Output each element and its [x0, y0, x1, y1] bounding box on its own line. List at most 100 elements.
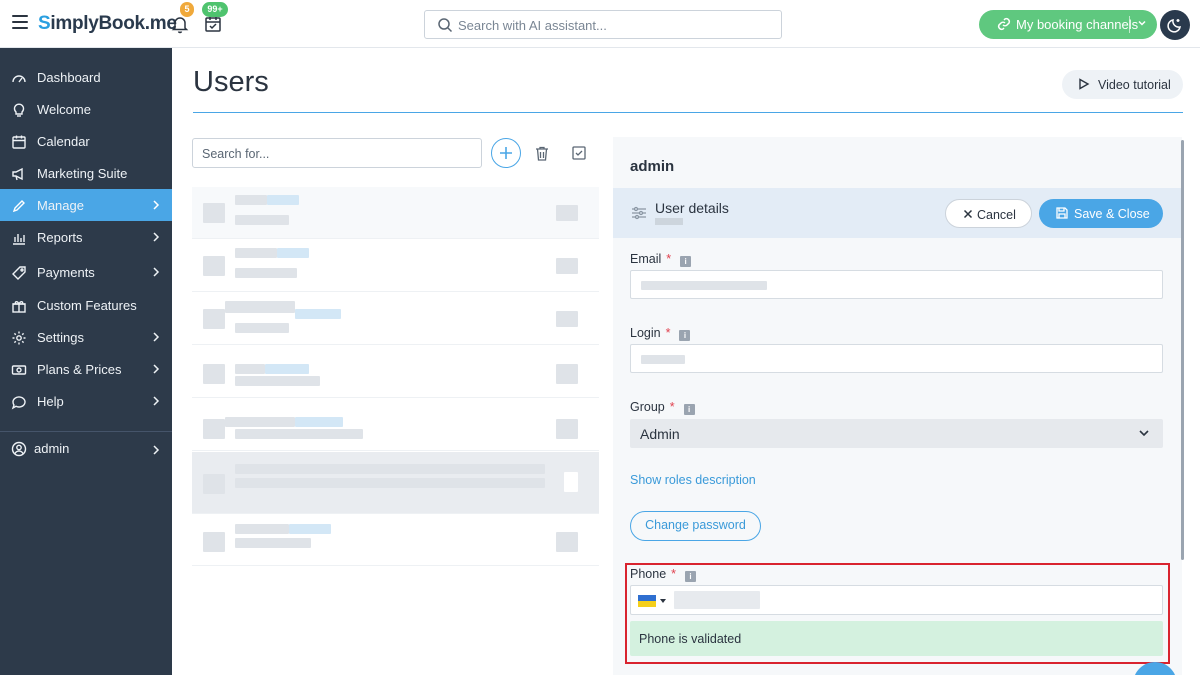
- money-icon: [11, 365, 27, 375]
- group-select[interactable]: Admin: [630, 419, 1163, 448]
- ai-search-input[interactable]: Search with AI assistant...: [424, 10, 782, 39]
- sidebar-item-dashboard[interactable]: Dashboard: [0, 61, 172, 93]
- group-label: Group * i: [630, 400, 695, 415]
- user-name-redacted: [235, 364, 265, 374]
- user-name-redacted: [235, 195, 267, 205]
- change-password-button[interactable]: Change password: [630, 511, 761, 541]
- sidebar-item-label: Help: [37, 394, 64, 409]
- panel-scrollbar[interactable]: [1181, 140, 1184, 560]
- save-close-label: Save & Close: [1074, 207, 1150, 221]
- title-divider: [193, 112, 1183, 113]
- button-separator: [1129, 16, 1130, 33]
- bell-icon[interactable]: [170, 14, 190, 34]
- sidebar-item-marketing-suite[interactable]: Marketing Suite: [0, 157, 172, 189]
- show-roles-link[interactable]: Show roles description: [630, 473, 756, 487]
- plus-icon: [500, 147, 512, 159]
- chevron-down-icon[interactable]: [1137, 18, 1147, 28]
- user-info-redacted: [235, 376, 320, 386]
- menu-icon[interactable]: [12, 15, 28, 29]
- user-name-redacted: [235, 464, 545, 474]
- table-row[interactable]: [192, 399, 599, 451]
- gear-icon: [12, 331, 26, 345]
- booking-channels-label: My booking channels: [1016, 17, 1139, 32]
- account-label: admin: [34, 441, 70, 456]
- video-tutorial-button[interactable]: Video tutorial: [1062, 70, 1183, 99]
- required-mark: *: [669, 400, 675, 414]
- pencil-icon: [12, 200, 25, 213]
- login-value-redacted: [641, 355, 685, 364]
- user-info-redacted: [235, 323, 289, 333]
- add-user-button[interactable]: [491, 138, 521, 168]
- chevron-right-icon: [153, 445, 160, 455]
- bar-chart-icon: [13, 234, 25, 245]
- booking-channels-button[interactable]: My booking channels: [979, 10, 1157, 39]
- user-circle-icon: [11, 441, 27, 457]
- logo[interactable]: SimplyBook.me: [38, 13, 177, 35]
- panel-title: admin: [630, 158, 675, 175]
- user-name-redacted: [265, 364, 309, 374]
- group-value: Admin: [640, 426, 680, 442]
- avatar: [203, 532, 225, 552]
- calendar-icon: [12, 135, 26, 149]
- required-mark: *: [666, 252, 672, 266]
- avatar: [203, 474, 225, 494]
- sidebar-item-manage[interactable]: Manage: [0, 189, 172, 221]
- user-search-placeholder: Search for...: [202, 147, 270, 161]
- info-icon[interactable]: i: [679, 330, 691, 341]
- sidebar-item-label: Reports: [37, 230, 83, 245]
- floppy-disk-icon: [1056, 207, 1068, 219]
- user-name-redacted: [295, 309, 341, 319]
- sidebar-item-welcome[interactable]: Welcome: [0, 93, 172, 125]
- sidebar-item-calendar[interactable]: Calendar: [0, 125, 172, 157]
- avatar: [203, 309, 225, 329]
- user-info-redacted: [235, 478, 545, 488]
- email-field[interactable]: [630, 270, 1163, 299]
- table-row[interactable]: [192, 187, 599, 239]
- chevron-right-icon: [153, 200, 160, 210]
- cancel-button[interactable]: Cancel: [945, 199, 1032, 228]
- table-row[interactable]: [192, 240, 599, 292]
- trash-icon[interactable]: [535, 146, 549, 161]
- chevron-right-icon: [153, 364, 160, 374]
- close-icon: [963, 209, 973, 219]
- email-label-text: Email: [630, 252, 662, 266]
- sidebar-item-reports[interactable]: Reports: [0, 221, 172, 253]
- sidebar-item-payments[interactable]: Payments: [0, 256, 172, 288]
- calendar-check-icon[interactable]: [203, 14, 223, 34]
- sidebar-item-plans-prices[interactable]: Plans & Prices: [0, 353, 172, 385]
- group-label-text: Group: [630, 400, 665, 414]
- megaphone-icon: [12, 167, 23, 181]
- sidebar-item-label: Calendar: [37, 134, 90, 149]
- lightbulb-icon: [13, 103, 25, 117]
- page-title: Users: [193, 66, 269, 98]
- tag-icon: [12, 266, 26, 280]
- notifications-badge: 5: [180, 2, 194, 17]
- table-row[interactable]: [192, 346, 599, 398]
- info-icon[interactable]: i: [680, 256, 692, 267]
- sidebar-item-help[interactable]: Help: [0, 385, 172, 417]
- chat-icon: [11, 396, 26, 410]
- sidebar-item-settings[interactable]: Settings: [0, 321, 172, 353]
- table-row[interactable]: [192, 293, 599, 345]
- login-field[interactable]: [630, 344, 1163, 373]
- avatar: [203, 419, 225, 439]
- checkbox-icon[interactable]: [572, 146, 586, 160]
- user-search-input[interactable]: Search for...: [192, 138, 482, 168]
- ai-search-placeholder: Search with AI assistant...: [458, 18, 607, 33]
- sidebar-item-account[interactable]: admin: [0, 432, 172, 464]
- table-row[interactable]: [192, 514, 599, 566]
- info-icon[interactable]: i: [683, 404, 695, 415]
- user-name-redacted: [235, 524, 289, 534]
- theme-toggle-button[interactable]: [1160, 10, 1190, 40]
- sidebar-item-label: Marketing Suite: [37, 166, 128, 181]
- row-action-redacted: [556, 258, 578, 274]
- top-bar: SimplyBook.me 5 99+ Search with AI assis…: [0, 0, 1200, 48]
- table-row-selected[interactable]: [192, 452, 599, 514]
- sidebar-item-custom-features[interactable]: Custom Features: [0, 289, 172, 321]
- chevron-right-icon: [153, 332, 160, 342]
- section-label: User details: [655, 200, 729, 216]
- user-name-redacted: [267, 195, 299, 205]
- sidebar-item-label: Settings: [37, 330, 84, 345]
- user-name-redacted: [225, 301, 295, 313]
- save-close-button[interactable]: Save & Close: [1039, 199, 1163, 228]
